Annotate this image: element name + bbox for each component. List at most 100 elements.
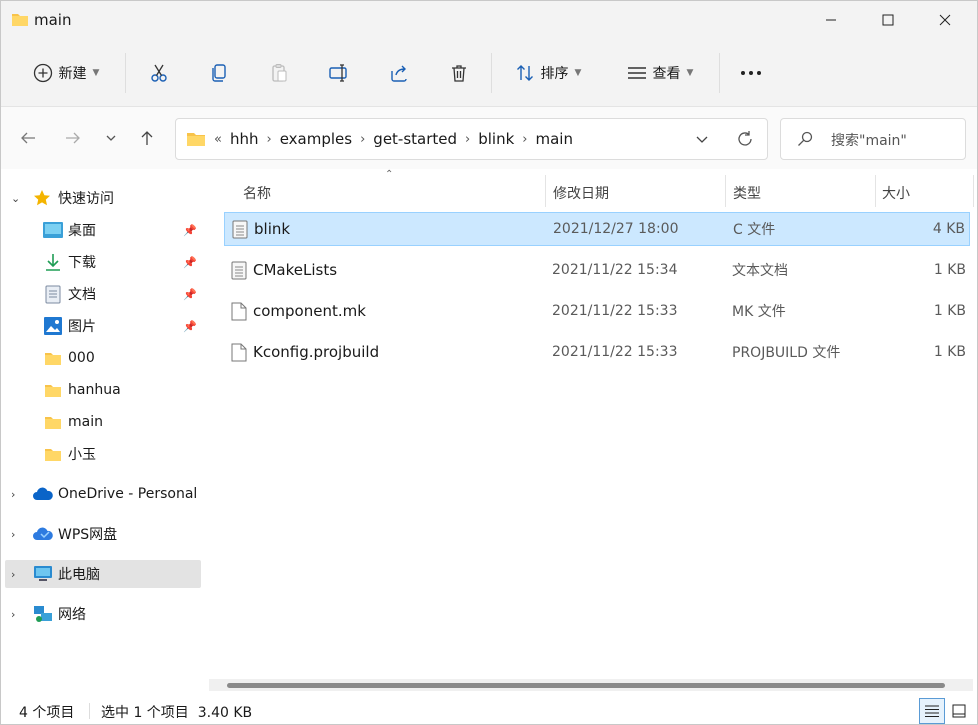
chevron-right-icon[interactable]: › [11, 608, 15, 621]
file-size: 1 KB [933, 303, 966, 319]
sort-label: 排序 [540, 66, 569, 82]
sidebar-item-this-pc[interactable]: › 此电脑 [5, 560, 201, 588]
sort-button[interactable]: 排序 ▼ [503, 53, 593, 93]
delete-button[interactable] [439, 53, 479, 93]
pin-icon[interactable]: 📌 [183, 320, 197, 333]
sidebar-item-folder[interactable]: 小玉 [5, 440, 201, 468]
back-button[interactable] [14, 124, 42, 152]
breadcrumb-item[interactable]: main [530, 130, 579, 148]
column-divider[interactable] [973, 175, 974, 207]
sidebar-item-onedrive[interactable]: › OneDrive - Personal [5, 480, 201, 508]
search-icon [798, 131, 813, 146]
sidebar-item-wps-cloud[interactable]: › WPS网盘 [5, 520, 201, 548]
details-view-button[interactable] [919, 698, 945, 724]
sidebar-item-label: main [68, 414, 103, 430]
breadcrumb-overflow[interactable]: « [212, 132, 224, 147]
sidebar-item-quick-access[interactable]: ⌄ 快速访问 [5, 184, 201, 212]
sidebar-item-label: 图片 [68, 319, 96, 335]
table-row[interactable]: Kconfig.projbuild 2021/11/22 15:33 PROJB… [224, 336, 970, 370]
file-list: 名称 ⌃ 修改日期 类型 大小 blink 2021/12/27 18:00 C… [205, 169, 977, 697]
column-header-type[interactable]: 类型 [733, 177, 761, 209]
sidebar-item-folder[interactable]: hanhua [5, 376, 201, 404]
breadcrumb-item[interactable]: examples [274, 130, 358, 148]
sidebar-item-folder[interactable]: main [5, 408, 201, 436]
chevron-right-icon[interactable]: › [11, 528, 15, 541]
chevron-down-icon[interactable]: ⌄ [11, 192, 20, 205]
new-button[interactable]: 新建 ▼ [19, 53, 113, 93]
horizontal-scrollbar[interactable] [209, 679, 973, 691]
up-button[interactable] [133, 124, 161, 152]
column-header-date[interactable]: 修改日期 [553, 177, 609, 209]
view-button[interactable]: 查看 ▼ [615, 53, 705, 93]
pin-icon[interactable]: 📌 [183, 224, 197, 237]
column-header-size[interactable]: 大小 [882, 177, 910, 209]
cut-button[interactable] [139, 53, 179, 93]
refresh-button[interactable] [731, 125, 759, 153]
sidebar-item-desktop[interactable]: 桌面 📌 [5, 216, 201, 244]
computer-icon [34, 566, 52, 581]
table-row[interactable]: blink 2021/12/27 18:00 C 文件 4 KB [224, 212, 970, 246]
breadcrumb-separator[interactable]: › [520, 132, 529, 147]
maximize-button[interactable] [858, 1, 918, 39]
sidebar-item-label: WPS网盘 [58, 527, 118, 543]
view-icon [627, 67, 646, 79]
chevron-right-icon[interactable]: › [11, 488, 15, 501]
column-divider[interactable] [875, 175, 876, 207]
arrow-left-icon [21, 132, 35, 144]
file-explorer-window: main 新建 ▼ 排序 ▼ 查看 ▼ « hhh › examples › g… [0, 0, 978, 725]
document-icon [45, 285, 61, 303]
rename-icon [329, 64, 347, 82]
sidebar-item-network[interactable]: › 网络 [5, 600, 201, 628]
onedrive-icon [33, 487, 53, 500]
share-button[interactable] [379, 53, 419, 93]
chevron-right-icon[interactable]: › [11, 568, 15, 581]
address-bar[interactable]: « hhh › examples › get-started › blink ›… [175, 118, 768, 160]
breadcrumb-separator[interactable]: › [265, 132, 274, 147]
file-name: Kconfig.projbuild [253, 343, 380, 361]
pin-icon[interactable]: 📌 [183, 288, 197, 301]
folder-icon [11, 12, 29, 31]
sidebar-item-pictures[interactable]: 图片 📌 [5, 312, 201, 340]
sidebar-item-folder[interactable]: 000 [5, 344, 201, 372]
download-icon [46, 254, 60, 271]
sidebar-item-downloads[interactable]: 下载 📌 [5, 248, 201, 276]
minimize-button[interactable] [801, 1, 861, 39]
rename-button[interactable] [319, 53, 359, 93]
column-divider[interactable] [725, 175, 726, 207]
sidebar-item-label: 快速访问 [58, 191, 114, 207]
title-bar: main [1, 1, 977, 39]
sidebar-item-documents[interactable]: 文档 📌 [5, 280, 201, 308]
forward-button[interactable] [59, 124, 87, 152]
folder-icon [45, 352, 61, 365]
copy-button[interactable] [199, 53, 239, 93]
table-row[interactable]: CMakeLists 2021/11/22 15:34 文本文档 1 KB [224, 254, 970, 288]
desktop-icon [43, 222, 63, 238]
add-circle-icon [33, 63, 52, 83]
column-divider[interactable] [545, 175, 546, 207]
breadcrumb-item[interactable]: blink [472, 130, 520, 148]
pin-icon[interactable]: 📌 [183, 256, 197, 269]
search-box[interactable]: 搜索"main" [780, 118, 966, 160]
more-button[interactable] [731, 53, 771, 93]
sidebar-item-label: 下载 [68, 255, 96, 271]
large-icons-view-button[interactable] [946, 698, 972, 724]
breadcrumb-separator[interactable]: › [358, 132, 367, 147]
breadcrumb: « hhh › examples › get-started › blink ›… [186, 119, 579, 159]
folder-icon [187, 133, 205, 146]
column-header-name[interactable]: 名称 [243, 177, 271, 209]
divider [491, 53, 492, 93]
scrollbar-thumb[interactable] [227, 683, 945, 688]
delete-icon [452, 65, 466, 82]
paste-button[interactable] [259, 53, 299, 93]
chevron-down-icon [696, 136, 708, 143]
breadcrumb-item[interactable]: get-started [367, 130, 463, 148]
search-input[interactable]: 搜索"main" [831, 130, 907, 150]
sort-ascending-icon: ⌃ [385, 169, 394, 180]
recent-locations-button[interactable] [97, 124, 125, 152]
breadcrumb-separator[interactable]: › [463, 132, 472, 147]
breadcrumb-item[interactable]: hhh [224, 130, 265, 148]
close-button[interactable] [915, 1, 975, 39]
chevron-down-icon: ▼ [686, 68, 694, 78]
address-history-button[interactable] [688, 125, 716, 153]
table-row[interactable]: component.mk 2021/11/22 15:33 MK 文件 1 KB [224, 295, 970, 329]
